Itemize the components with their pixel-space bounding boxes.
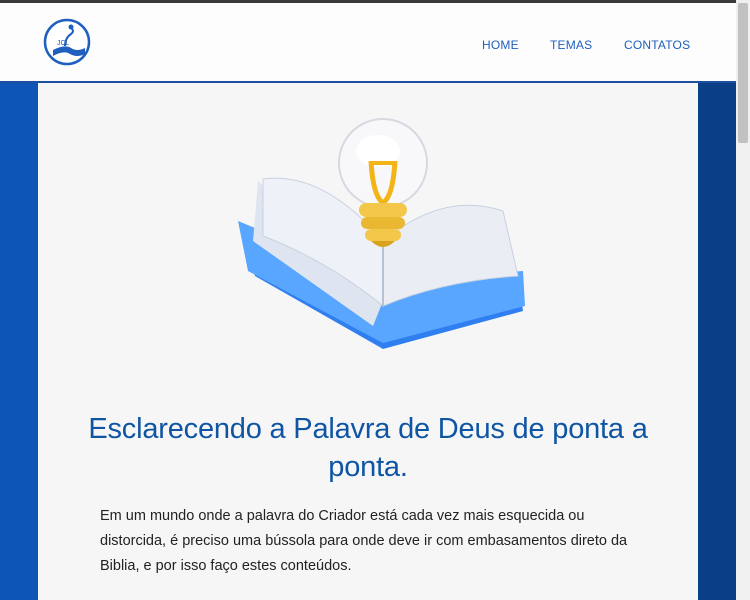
content-card: Esclarecendo a Palavra de Deus de ponta … [38, 83, 698, 600]
page-title: Esclarecendo a Palavra de Deus de ponta … [88, 413, 648, 483]
logo-text: JCL [57, 40, 70, 47]
nav-contatos-link[interactable]: CONTATOS [624, 38, 690, 52]
site-logo-icon[interactable]: JCL [43, 18, 91, 66]
nav-temas-link[interactable]: TEMAS [550, 38, 592, 52]
nav-home-link[interactable]: HOME [482, 38, 519, 52]
book-lightbulb-icon [233, 111, 533, 351]
left-blue-band [0, 83, 38, 600]
site-header: JCL HOME TEMAS CONTATOS [0, 3, 736, 83]
intro-paragraph: Em um mundo onde a palavra do Criador es… [100, 508, 628, 574]
scrollbar-thumb[interactable] [738, 3, 748, 143]
right-blue-band [698, 83, 736, 600]
